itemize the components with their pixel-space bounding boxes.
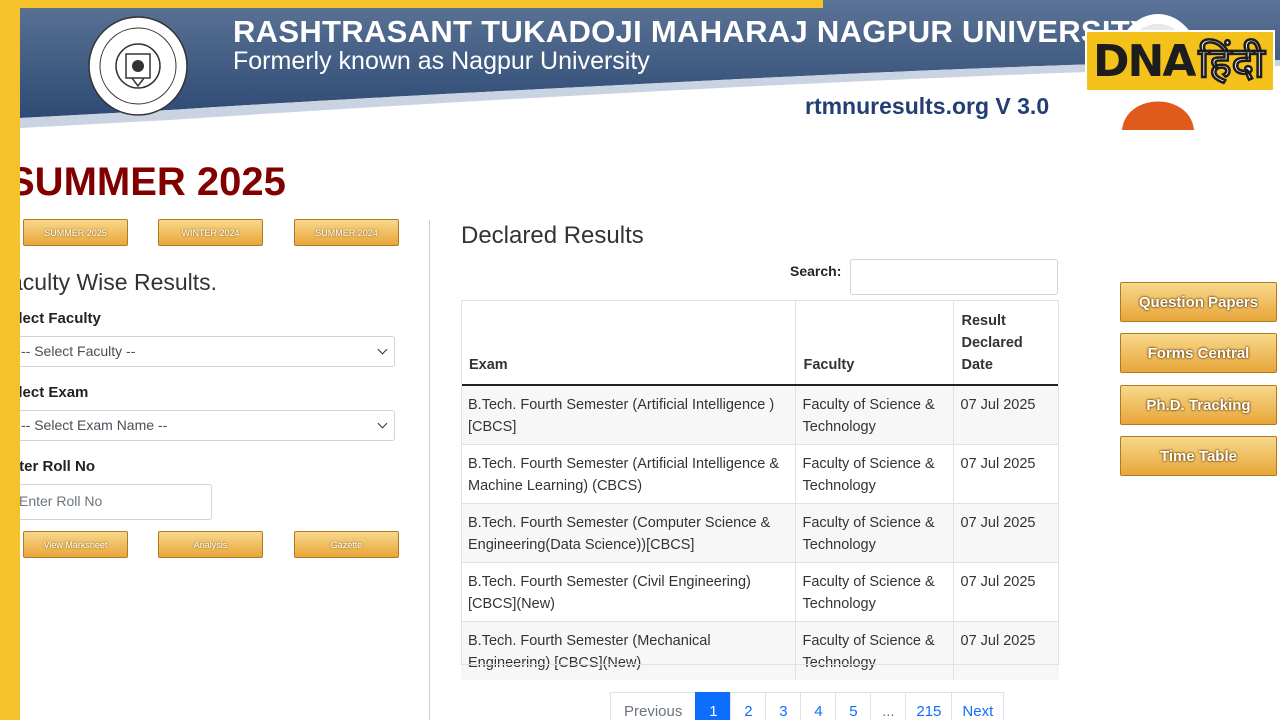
page-button-4[interactable]: 4 xyxy=(800,692,837,720)
page-ellipsis: ... xyxy=(870,692,907,720)
view-marksheet-button[interactable]: View Marksheet xyxy=(23,531,128,558)
university-seal xyxy=(88,16,188,116)
phd-tracking-button[interactable]: Ph.D. Tracking xyxy=(1120,385,1277,425)
column-header-exam[interactable]: Exam xyxy=(461,300,795,386)
faculty-cell: Faculty of Science & Technology xyxy=(794,621,953,680)
exam-cell[interactable]: B.Tech. Fourth Semester (Artificial Inte… xyxy=(461,384,795,445)
table-row[interactable]: B.Tech. Fourth Semester (Artificial Inte… xyxy=(461,444,1059,504)
faculty-select-value: -- Select Faculty -- xyxy=(21,343,136,359)
declared-results-title: Declared Results xyxy=(461,222,644,249)
site-version: rtmnuresults.org V 3.0 xyxy=(805,93,1050,119)
faculty-results-heading: aculty Wise Results. xyxy=(10,269,218,295)
date-cell: 07 Jul 2025 xyxy=(952,621,1059,680)
gazette-button[interactable]: Gazette xyxy=(294,531,399,558)
table-row[interactable]: B.Tech. Fourth Semester (Mechanical Engi… xyxy=(461,621,1059,680)
date-cell: 07 Jul 2025 xyxy=(952,384,1059,445)
search-label: Search: xyxy=(790,263,842,279)
table-header-row: Exam Faculty Result Declared Date xyxy=(461,300,1059,386)
faculty-cell: Faculty of Science & Technology xyxy=(794,384,953,445)
column-divider xyxy=(429,220,430,720)
exam-cell[interactable]: B.Tech. Fourth Semester (Mechanical Engi… xyxy=(461,621,795,680)
page-button-215[interactable]: 215 xyxy=(905,692,953,720)
column-header-date[interactable]: Result Declared Date xyxy=(952,300,1059,386)
date-cell: 07 Jul 2025 xyxy=(952,562,1059,622)
table-row[interactable]: B.Tech. Fourth Semester (Civil Engineeri… xyxy=(461,562,1059,622)
table-row[interactable]: B.Tech. Fourth Semester (Artificial Inte… xyxy=(461,384,1059,445)
tab-winter-2024[interactable]: WINTER 2024 xyxy=(158,219,263,246)
forms-central-button[interactable]: Forms Central xyxy=(1120,333,1277,373)
exam-cell[interactable]: B.Tech. Fourth Semester (Civil Engineeri… xyxy=(461,562,795,622)
search-input[interactable] xyxy=(850,259,1058,295)
exam-select-value: -- Select Exam Name -- xyxy=(21,417,168,433)
column-header-faculty[interactable]: Faculty xyxy=(794,300,953,386)
roll-no-label: nter Roll No xyxy=(10,458,95,475)
previous-page-button[interactable]: Previous xyxy=(610,692,697,720)
question-papers-button[interactable]: Question Papers xyxy=(1120,282,1277,322)
next-page-button[interactable]: Next xyxy=(951,692,1005,720)
faculty-cell: Faculty of Science & Technology xyxy=(794,562,953,622)
dna-logo-hindi-text: हिंदी xyxy=(1198,37,1266,87)
tab-summer-2025[interactable]: SUMMER 2025 xyxy=(23,219,128,246)
season-title: SUMMER 2025 xyxy=(8,160,286,204)
faculty-cell: Faculty of Science & Technology xyxy=(794,503,953,563)
table-row[interactable]: B.Tech. Fourth Semester (Computer Scienc… xyxy=(461,503,1059,563)
page-button-5[interactable]: 5 xyxy=(835,692,872,720)
tab-summer-2024[interactable]: SUMMER 2024 xyxy=(294,219,399,246)
roll-no-input[interactable]: Enter Roll No xyxy=(10,484,212,520)
exam-cell[interactable]: B.Tech. Fourth Semester (Computer Scienc… xyxy=(461,503,795,563)
pagination: Previous 1 2 3 4 5 ... 215 Next xyxy=(610,692,1005,720)
analysis-button[interactable]: Analysis xyxy=(158,531,263,558)
exam-cell[interactable]: B.Tech. Fourth Semester (Artificial Inte… xyxy=(461,444,795,504)
dna-hindi-logo: DNA हिंदी xyxy=(1085,30,1275,92)
yellow-frame-left xyxy=(0,0,20,720)
chevron-down-icon xyxy=(377,418,388,429)
university-subtitle: Formerly known as Nagpur University xyxy=(233,47,650,75)
page-button-1[interactable]: 1 xyxy=(695,692,732,720)
exam-label: elect Exam xyxy=(10,384,89,401)
exam-select[interactable]: -- Select Exam Name -- xyxy=(10,410,395,441)
page-button-3[interactable]: 3 xyxy=(765,692,802,720)
time-table-button[interactable]: Time Table xyxy=(1120,436,1277,476)
date-cell: 07 Jul 2025 xyxy=(952,503,1059,563)
faculty-label: elect Faculty xyxy=(10,310,101,327)
faculty-select[interactable]: -- Select Faculty -- xyxy=(10,336,395,367)
faculty-cell: Faculty of Science & Technology xyxy=(794,444,953,504)
university-title: RASHTRASANT TUKADOJI MAHARAJ NAGPUR UNIV… xyxy=(233,14,1152,49)
page-button-2[interactable]: 2 xyxy=(730,692,767,720)
yellow-frame-top xyxy=(0,0,823,8)
dna-logo-text: DNA xyxy=(1093,35,1196,87)
chevron-down-icon xyxy=(377,344,388,355)
date-cell: 07 Jul 2025 xyxy=(952,444,1059,504)
declared-results-table: Exam Faculty Result Declared Date B.Tech… xyxy=(461,300,1059,680)
